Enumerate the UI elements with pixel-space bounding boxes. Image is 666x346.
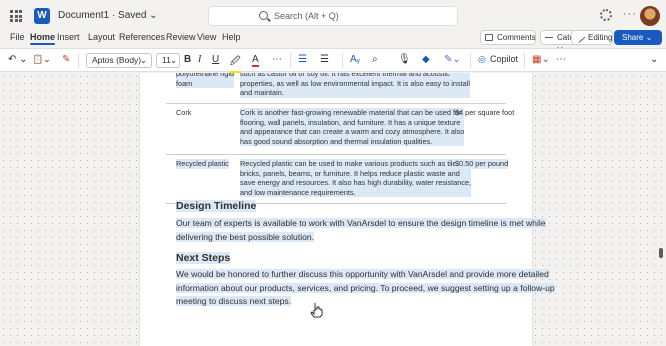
more-font-options-button[interactable]: ⋯ xyxy=(272,54,282,65)
share-button[interactable]: Share ⌄ xyxy=(614,30,662,45)
table-cell-price[interactable]: $4 per square foot xyxy=(455,108,514,118)
tab-help[interactable]: Help xyxy=(222,32,241,42)
tab-view[interactable]: View xyxy=(197,32,216,42)
bullets-button[interactable]: ☰ xyxy=(298,54,307,65)
editing-mode-button[interactable]: Editing ⌄ xyxy=(571,30,613,55)
section-body-text: We would be honored to further discuss t… xyxy=(176,269,555,306)
divider xyxy=(290,53,291,68)
copilot-icon[interactable]: ◎ xyxy=(478,54,486,65)
format-painter-button[interactable]: ✎ xyxy=(62,54,70,65)
avatar[interactable] xyxy=(640,6,660,26)
undo-button[interactable]: ↶ ⌄ xyxy=(8,54,28,65)
align-button[interactable]: ☰ xyxy=(320,54,329,65)
document-canvas[interactable]: polyurethane rigid foam such as castor o… xyxy=(0,73,666,346)
table-cell-material[interactable]: Recycled plastic xyxy=(176,159,229,169)
ribbon-toolbar: ↶ ⌄ 📋⌄ ✎ Aptos (Body) ⌄ 11 ⌄ B I U 🖉 A ⋯ ☰… xyxy=(0,48,666,73)
settings-icon[interactable] xyxy=(600,9,612,21)
tab-layout[interactable]: Layout xyxy=(88,32,115,42)
font-color-button[interactable]: A xyxy=(252,54,259,67)
underline-button[interactable]: U xyxy=(212,54,219,65)
tab-review[interactable]: Review xyxy=(166,32,196,42)
table-cell-description[interactable]: Cork is another fast-growing renewable m… xyxy=(240,108,465,147)
divider xyxy=(470,53,471,68)
divider xyxy=(342,53,343,68)
app-launcher-icon[interactable] xyxy=(10,10,22,22)
editor-button[interactable]: ✎⌄ xyxy=(444,54,461,65)
tab-references[interactable]: References xyxy=(119,32,165,42)
search-placeholder: Search (Alt + Q) xyxy=(274,11,339,21)
table-row-divider xyxy=(166,154,506,155)
table-cell-material[interactable]: polyurethane rigid foam xyxy=(176,73,235,89)
tab-home[interactable]: Home xyxy=(30,32,56,45)
ribbon-collapse-button[interactable]: ⌄ xyxy=(650,54,658,65)
table-row-divider xyxy=(166,103,506,104)
search-icon xyxy=(259,11,268,20)
share-label: Share ⌄ xyxy=(622,33,653,42)
bold-button[interactable]: B xyxy=(184,54,191,65)
ribbon-overflow-button[interactable]: ⋯ xyxy=(556,54,566,65)
divider xyxy=(78,53,79,68)
chevron-down-icon: ⌄ xyxy=(169,55,177,65)
search-box[interactable]: Search (Alt + Q) xyxy=(208,6,458,26)
tab-insert[interactable]: Insert xyxy=(57,32,80,42)
designer-button[interactable]: ◆ xyxy=(422,54,430,65)
tab-file[interactable]: File xyxy=(10,32,25,42)
document-page[interactable]: polyurethane rigid foam such as castor o… xyxy=(140,73,555,346)
paste-button[interactable]: 📋⌄ xyxy=(32,54,51,65)
chevron-down-icon: ⌄ xyxy=(139,55,147,65)
catch-up-icon xyxy=(545,37,553,44)
more-options-icon[interactable]: ··· xyxy=(623,8,637,20)
section-heading[interactable]: Next Steps xyxy=(176,252,231,264)
dictate-button[interactable]: 🎙 xyxy=(398,54,411,65)
comments-label: Comments xyxy=(497,33,536,42)
section-heading[interactable]: Design Timeline xyxy=(176,200,257,212)
copilot-button[interactable]: Copilot xyxy=(490,54,518,64)
table-cell-description[interactable]: such as castor oil or soy oil. It has ex… xyxy=(240,73,470,98)
section-body[interactable]: Our team of experts is available to work… xyxy=(176,217,546,244)
add-in-button[interactable]: ▦⌄ xyxy=(532,54,550,65)
document-title[interactable]: Document1 · Saved ⌄ xyxy=(58,10,158,21)
section-body[interactable]: We would be honored to further discuss t… xyxy=(176,268,555,309)
find-button[interactable]: ⌕ xyxy=(372,54,378,65)
font-family-select[interactable]: Aptos (Body) ⌄ xyxy=(86,53,152,68)
comment-icon xyxy=(485,34,493,41)
divider xyxy=(524,53,525,68)
scrollbar-thumb[interactable] xyxy=(659,248,663,258)
styles-button[interactable]: Aᵧ xyxy=(350,54,360,65)
table-cell-description[interactable]: Recycled plastic can be used to make var… xyxy=(240,159,472,198)
title-bar: W Document1 · Saved ⌄ Search (Alt + Q) ·… xyxy=(0,0,666,32)
table-cell-price[interactable]: $0.50 per pound xyxy=(455,159,509,169)
font-size-select[interactable]: 11 ⌄ xyxy=(156,53,180,68)
pencil-icon xyxy=(574,32,586,43)
highlight-button[interactable]: 🖉 xyxy=(230,54,241,73)
table-cell-material[interactable]: Cork xyxy=(176,108,191,118)
font-family-value: Aptos (Body) xyxy=(92,55,142,65)
word-app-icon[interactable]: W xyxy=(34,8,50,24)
hand-cursor-icon xyxy=(310,303,323,318)
italic-button[interactable]: I xyxy=(198,54,201,65)
section-body-text: Our team of experts is available to work… xyxy=(176,218,546,242)
comments-button[interactable]: Comments xyxy=(480,30,536,45)
